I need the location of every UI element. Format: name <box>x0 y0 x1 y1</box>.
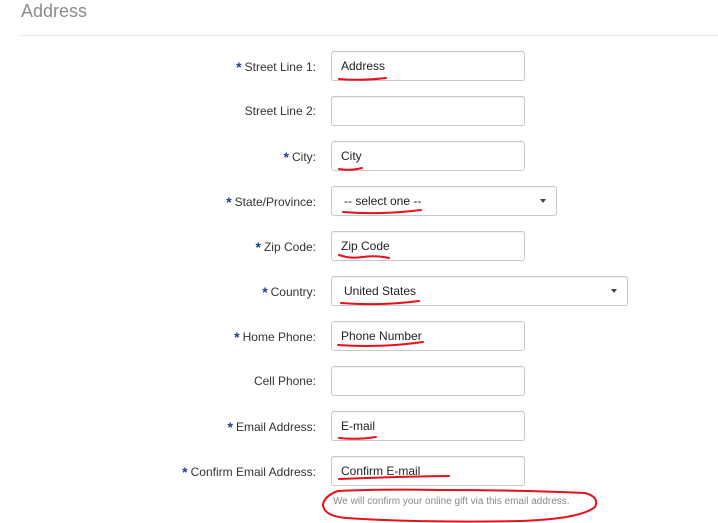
confirm-email-input[interactable]: Confirm E-mail <box>331 456 525 486</box>
street-line-1-input[interactable]: Address <box>331 51 525 81</box>
zip-code-label: * Zip Code: <box>255 239 316 255</box>
form-row-zip-code: * Zip Code: Zip Code <box>0 231 718 261</box>
state-province-label: * State/Province: <box>226 194 316 210</box>
confirm-email-label: * Confirm Email Address: <box>182 464 316 480</box>
form-row-street-line-1: * Street Line 1: Address <box>0 51 718 81</box>
section-divider <box>21 35 718 36</box>
city-label: * City: <box>283 149 316 165</box>
email-confirm-note: We will confirm your online gift via thi… <box>333 496 570 507</box>
form-row-country: * Country: United States <box>0 276 718 306</box>
country-select[interactable]: United States <box>331 276 628 306</box>
form-row-street-line-2: Street Line 2: <box>0 96 718 126</box>
state-province-select[interactable]: -- select one -- <box>331 186 557 216</box>
required-marker: * <box>255 239 261 255</box>
street-line-2-label: Street Line 2: <box>244 104 316 118</box>
required-marker: * <box>182 464 188 480</box>
dropdown-caret-icon <box>540 199 546 203</box>
email-address-input[interactable]: E-mail <box>331 411 525 441</box>
required-marker: * <box>283 149 289 165</box>
home-phone-input[interactable]: Phone Number <box>331 321 525 351</box>
form-row-email-address: * Email Address: E-mail <box>0 411 718 441</box>
city-input[interactable]: City <box>331 141 525 171</box>
required-marker: * <box>227 419 233 435</box>
form-row-confirm-email: * Confirm Email Address: Confirm E-mail <box>0 456 718 486</box>
zip-code-input[interactable]: Zip Code <box>331 231 525 261</box>
street-line-2-input[interactable] <box>331 96 525 126</box>
form-row-home-phone: * Home Phone: Phone Number <box>0 321 718 351</box>
form-row-cell-phone: Cell Phone: <box>0 366 718 396</box>
dropdown-caret-icon <box>611 289 617 293</box>
section-title: Address <box>21 1 88 21</box>
cell-phone-input[interactable] <box>331 366 525 396</box>
country-label: * Country: <box>262 284 316 300</box>
form-row-city: * City: City <box>0 141 718 171</box>
required-marker: * <box>226 194 232 210</box>
required-marker: * <box>234 329 240 345</box>
required-marker: * <box>236 59 242 75</box>
cell-phone-label: Cell Phone: <box>253 374 316 388</box>
form-row-state-province: * State/Province: -- select one -- <box>0 186 718 216</box>
home-phone-label: * Home Phone: <box>234 329 316 345</box>
street-line-1-label: * Street Line 1: <box>236 59 316 75</box>
required-marker: * <box>262 284 268 300</box>
email-address-label: * Email Address: <box>227 419 317 435</box>
